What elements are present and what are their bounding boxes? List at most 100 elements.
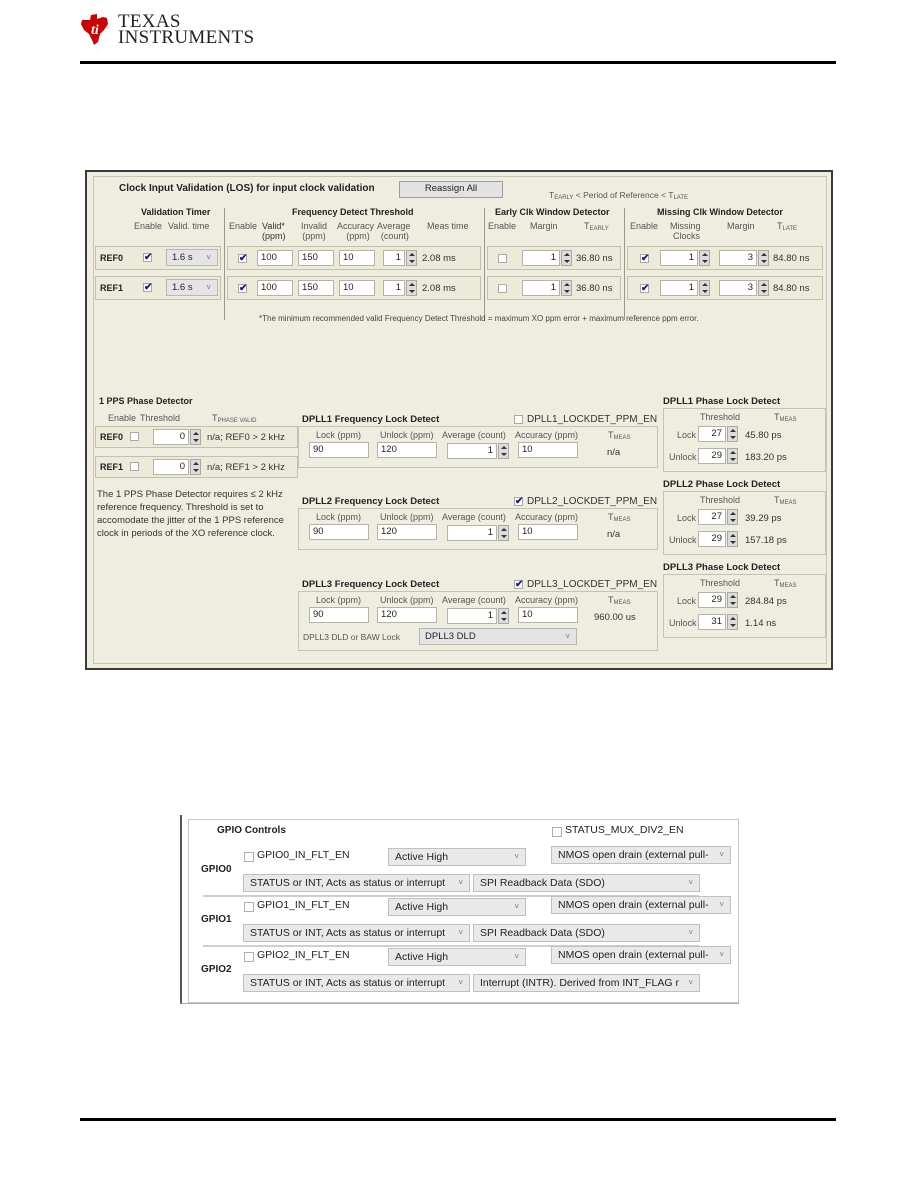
- spin-down-icon[interactable]: [702, 260, 708, 263]
- spin-buttons[interactable]: [727, 614, 738, 630]
- spin-buttons[interactable]: [498, 525, 509, 541]
- unlock-threshold-spinner[interactable]: 29: [698, 448, 738, 464]
- reassign-all-button[interactable]: Reassign All: [399, 181, 503, 198]
- accuracy-ppm-input[interactable]: 10: [339, 250, 375, 266]
- early-enable-checkbox[interactable]: [498, 254, 507, 263]
- freq-enable-checkbox[interactable]: ✔: [238, 284, 247, 294]
- spin-up-icon[interactable]: [501, 446, 507, 449]
- accuracy-ppm-input[interactable]: 10: [518, 442, 578, 458]
- spin-buttons[interactable]: [727, 426, 738, 442]
- average-count-spinner[interactable]: 1: [383, 280, 417, 296]
- accuracy-ppm-input[interactable]: 10: [339, 280, 375, 296]
- pps-threshold-spinner-value[interactable]: 0: [153, 429, 189, 445]
- unlock-threshold-spinner-value[interactable]: 29: [698, 448, 726, 464]
- lockdet-ppm-en-checkbox[interactable]: ✔: [514, 497, 523, 507]
- spin-buttons[interactable]: [699, 280, 710, 296]
- lock-threshold-spinner-value[interactable]: 27: [698, 426, 726, 442]
- gpio-polarity-select[interactable]: Active High ˅: [388, 848, 526, 866]
- spin-buttons[interactable]: [561, 250, 572, 266]
- spin-up-icon[interactable]: [501, 611, 507, 614]
- spin-down-icon[interactable]: [409, 290, 415, 293]
- spin-buttons[interactable]: [406, 280, 417, 296]
- spin-up-icon[interactable]: [730, 534, 736, 537]
- spin-buttons[interactable]: [727, 592, 738, 608]
- late-margin-spinner-value[interactable]: 3: [719, 280, 757, 296]
- early-margin-spinner-value[interactable]: 1: [522, 280, 560, 296]
- spin-up-icon[interactable]: [761, 253, 767, 256]
- spin-down-icon[interactable]: [501, 535, 507, 538]
- spin-up-icon[interactable]: [730, 512, 736, 515]
- unlock-threshold-spinner-value[interactable]: 31: [698, 614, 726, 630]
- spin-down-icon[interactable]: [761, 260, 767, 263]
- unlock-ppm-input[interactable]: 120: [377, 442, 437, 458]
- missing-enable-checkbox[interactable]: ✔: [640, 254, 649, 264]
- gpio-flt-en-checkbox[interactable]: [244, 952, 254, 962]
- late-margin-spinner[interactable]: 3: [719, 250, 769, 266]
- spin-up-icon[interactable]: [409, 253, 415, 256]
- spin-up-icon[interactable]: [761, 283, 767, 286]
- spin-down-icon[interactable]: [409, 260, 415, 263]
- gpio-polarity-select[interactable]: Active High ˅: [388, 948, 526, 966]
- missing-clocks-spinner-value[interactable]: 1: [660, 250, 698, 266]
- lockdet-ppm-en-checkbox[interactable]: ✔: [514, 580, 523, 590]
- pps-threshold-spinner[interactable]: 0: [153, 429, 201, 445]
- spin-down-icon[interactable]: [702, 290, 708, 293]
- pps-threshold-spinner[interactable]: 0: [153, 459, 201, 475]
- valid-ppm-input[interactable]: 100: [257, 280, 293, 296]
- average-count-spinner[interactable]: 1: [447, 525, 509, 541]
- spin-up-icon[interactable]: [501, 528, 507, 531]
- spin-down-icon[interactable]: [564, 260, 570, 263]
- lock-threshold-spinner[interactable]: 27: [698, 426, 738, 442]
- spin-down-icon[interactable]: [730, 602, 736, 605]
- lock-ppm-input[interactable]: 90: [309, 524, 369, 540]
- valid-time-select[interactable]: 1.6 s ˅: [166, 249, 218, 266]
- pps-enable-checkbox[interactable]: [130, 432, 139, 441]
- spin-up-icon[interactable]: [730, 595, 736, 598]
- gpio-mode-select[interactable]: STATUS or INT, Acts as status or interru…: [243, 874, 470, 892]
- gpio-function-select[interactable]: SPI Readback Data (SDO) ˅: [473, 924, 700, 942]
- average-count-spinner-value[interactable]: 1: [447, 608, 497, 624]
- spin-up-icon[interactable]: [564, 283, 570, 286]
- spin-buttons[interactable]: [190, 429, 201, 445]
- spin-buttons[interactable]: [727, 531, 738, 547]
- gpio-mode-select[interactable]: STATUS or INT, Acts as status or interru…: [243, 974, 470, 992]
- spin-buttons[interactable]: [498, 608, 509, 624]
- early-margin-spinner-value[interactable]: 1: [522, 250, 560, 266]
- gpio-polarity-select[interactable]: Active High ˅: [388, 898, 526, 916]
- invalid-ppm-input[interactable]: 150: [298, 250, 334, 266]
- status-mux-div2-checkbox[interactable]: [552, 827, 562, 837]
- spin-buttons[interactable]: [758, 280, 769, 296]
- spin-down-icon[interactable]: [501, 453, 507, 456]
- lock-threshold-spinner[interactable]: 29: [698, 592, 738, 608]
- spin-up-icon[interactable]: [702, 283, 708, 286]
- average-count-spinner-value[interactable]: 1: [383, 250, 405, 266]
- pps-enable-checkbox[interactable]: [130, 462, 139, 471]
- spin-down-icon[interactable]: [564, 290, 570, 293]
- lock-ppm-input[interactable]: 90: [309, 442, 369, 458]
- lockdet-ppm-en-checkbox[interactable]: [514, 415, 523, 424]
- gpio-mode-select[interactable]: STATUS or INT, Acts as status or interru…: [243, 924, 470, 942]
- spin-down-icon[interactable]: [761, 290, 767, 293]
- spin-buttons[interactable]: [758, 250, 769, 266]
- unlock-threshold-spinner[interactable]: 29: [698, 531, 738, 547]
- valid-ppm-input[interactable]: 100: [257, 250, 293, 266]
- spin-buttons[interactable]: [727, 448, 738, 464]
- spin-down-icon[interactable]: [730, 541, 736, 544]
- spin-up-icon[interactable]: [564, 253, 570, 256]
- spin-up-icon[interactable]: [702, 253, 708, 256]
- spin-down-icon[interactable]: [501, 618, 507, 621]
- unlock-ppm-input[interactable]: 120: [377, 607, 437, 623]
- gpio-flt-en-checkbox[interactable]: [244, 852, 254, 862]
- early-margin-spinner[interactable]: 1: [522, 250, 572, 266]
- late-margin-spinner-value[interactable]: 3: [719, 250, 757, 266]
- missing-clocks-spinner-value[interactable]: 1: [660, 280, 698, 296]
- gpio-flt-en-checkbox[interactable]: [244, 902, 254, 912]
- spin-down-icon[interactable]: [730, 624, 736, 627]
- spin-buttons[interactable]: [190, 459, 201, 475]
- early-enable-checkbox[interactable]: [498, 284, 507, 293]
- lock-ppm-input[interactable]: 90: [309, 607, 369, 623]
- missing-clocks-spinner[interactable]: 1: [660, 250, 710, 266]
- lock-threshold-spinner[interactable]: 27: [698, 509, 738, 525]
- average-count-spinner[interactable]: 1: [447, 443, 509, 459]
- gpio-drive-select[interactable]: NMOS open drain (external pull- ˅: [551, 846, 731, 864]
